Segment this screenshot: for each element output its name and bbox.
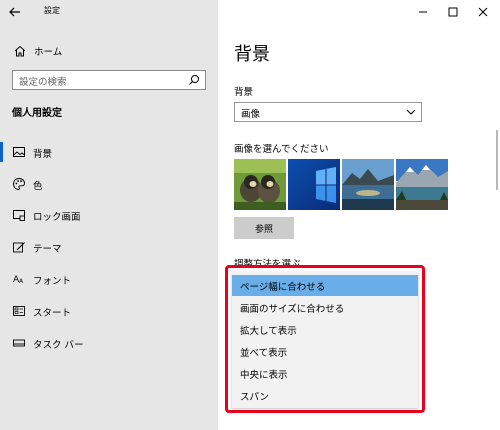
close-button[interactable] [470,3,496,21]
sidebar-item-home[interactable]: ホーム [0,40,218,62]
background-label: 背景 [234,87,254,98]
sidebar-item-label: タスク バー [33,340,84,351]
ducklings-image [234,159,286,210]
lake-sunset-image [342,159,394,210]
search-input[interactable]: 設定の検索 [12,70,206,90]
maximize-button[interactable] [440,3,466,21]
sidebar-item-label: ロック画面 [33,212,81,223]
thumbnail-mountain-lake[interactable] [396,159,448,210]
section-title: 個人用設定 [12,108,62,119]
thumbnail-ducklings[interactable] [234,159,286,210]
minimize-button[interactable] [410,3,436,21]
selection-indicator [0,142,3,162]
window-title: 設定 [44,6,60,15]
search-placeholder: 設定の検索 [19,77,67,88]
sidebar-item-font[interactable]: A A フォント [0,267,218,293]
back-arrow-icon [9,7,20,17]
start-icon [13,306,25,316]
back-button[interactable] [6,3,24,21]
home-icon [14,45,26,57]
thumbnail-lake-sunset[interactable] [342,159,394,210]
sidebar-item-label: 色 [33,181,43,192]
font-icon: A A [13,275,24,285]
home-label: ホーム [34,47,63,58]
sidebar-item-color[interactable]: 色 [0,172,218,198]
sidebar-item-lock-screen[interactable]: ロック画面 [0,203,218,229]
close-icon [478,7,488,17]
taskbar-icon [13,339,25,347]
background-select[interactable]: 画像 [234,102,422,122]
sidebar: 設定 ホーム 設定の検索 個人用設定 背景 色 ロック画面 テーマ A A フォ… [0,0,218,430]
scrollbar[interactable] [496,130,498,190]
sidebar-item-theme[interactable]: テーマ [0,235,218,261]
sidebar-item-background[interactable]: 背景 [0,140,218,166]
sidebar-item-label: テーマ [33,244,62,255]
picture-icon [13,147,25,157]
search-icon[interactable] [188,74,200,86]
svg-text:A: A [19,278,24,285]
sidebar-item-label: スタート [33,308,72,319]
sidebar-item-start[interactable]: スタート [0,299,218,325]
background-select-value: 画像 [241,109,261,120]
chevron-down-icon [406,109,416,115]
theme-brush-icon [13,242,25,253]
sidebar-item-taskbar[interactable]: タスク バー [0,331,218,357]
palette-icon [13,178,25,190]
page-title: 背景 [234,44,270,65]
sidebar-item-label: フォント [33,276,72,287]
sidebar-item-label: 背景 [33,149,53,160]
minimize-icon [419,11,427,13]
highlight-annotation [225,265,425,413]
lock-screen-icon [13,210,25,221]
maximize-icon [448,7,458,17]
mountain-lake-image [396,159,448,210]
windows-blue-image [288,159,340,210]
title-bar: 設定 [0,0,218,24]
choose-picture-label: 画像を選んでください [234,144,329,155]
thumbnail-windows-blue[interactable] [288,159,340,210]
browse-button[interactable]: 参照 [234,217,294,239]
browse-label: 参照 [254,224,273,234]
